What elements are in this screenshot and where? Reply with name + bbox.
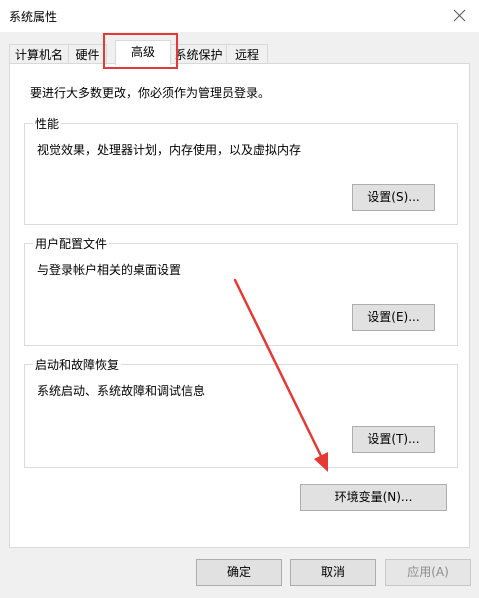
window-title: 系统属性 [9, 10, 58, 24]
tab-hardware[interactable]: 硬件 [68, 44, 107, 64]
system-properties-window: 系统属性 计算机名 硬件 高级 系统保护 远程 要进行大多数更改，你必须作为管理… [0, 0, 479, 598]
advanced-tab-panel: 要进行大多数更改，你必须作为管理员登录。 性能 视觉效果，处理器计划，内存使用，… [9, 63, 470, 548]
performance-title: 性能 [33, 115, 62, 132]
performance-group: 性能 视觉效果，处理器计划，内存使用，以及虚拟内存 设置(S)... [24, 115, 458, 225]
user-profiles-title: 用户配置文件 [33, 235, 110, 252]
close-button[interactable] [439, 0, 479, 32]
startup-recovery-description: 系统启动、系统故障和调试信息 [37, 384, 206, 398]
performance-description: 视觉效果，处理器计划，内存使用，以及虚拟内存 [37, 143, 302, 157]
apply-button[interactable]: 应用(A) [385, 559, 471, 586]
performance-settings-button[interactable]: 设置(S)... [352, 184, 435, 211]
environment-variables-button[interactable]: 环境变量(N)... [300, 484, 447, 511]
user-profiles-settings-button[interactable]: 设置(E)... [352, 304, 435, 331]
tab-system-protection[interactable]: 系统保护 [170, 44, 227, 64]
title-bar[interactable]: 系统属性 [0, 0, 479, 32]
tab-advanced[interactable]: 高级 [115, 40, 171, 65]
admin-notice: 要进行大多数更改，你必须作为管理员登录。 [30, 86, 271, 100]
startup-recovery-group: 启动和故障恢复 系统启动、系统故障和调试信息 设置(T)... [24, 356, 458, 468]
tab-computer-name[interactable]: 计算机名 [9, 44, 69, 64]
user-profiles-group: 用户配置文件 与登录帐户相关的桌面设置 设置(E)... [24, 235, 458, 346]
close-icon [453, 9, 466, 22]
ok-button[interactable]: 确定 [196, 559, 282, 586]
startup-recovery-title: 启动和故障恢复 [33, 356, 122, 373]
startup-recovery-settings-button[interactable]: 设置(T)... [352, 426, 435, 453]
user-profiles-description: 与登录帐户相关的桌面设置 [37, 263, 182, 277]
cancel-button[interactable]: 取消 [290, 559, 376, 586]
tab-remote[interactable]: 远程 [226, 44, 268, 64]
